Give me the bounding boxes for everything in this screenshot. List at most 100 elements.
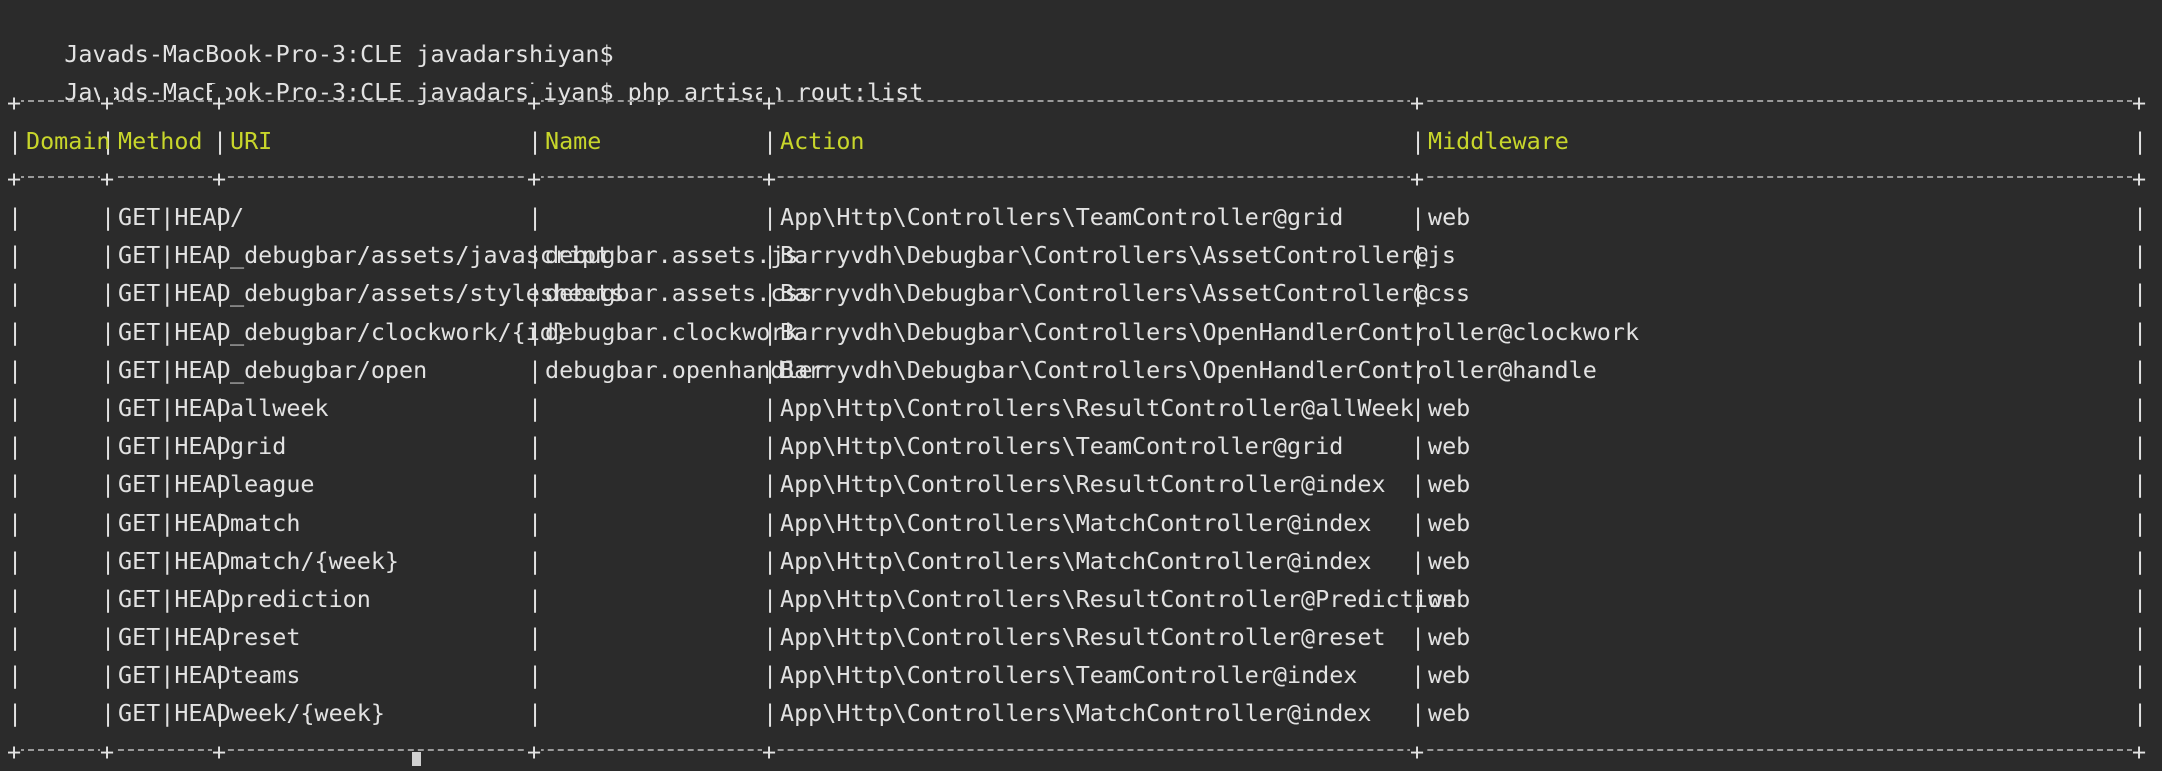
table-separator: | — [528, 546, 543, 575]
action-cell: App\Http\Controllers\TeamController@grid — [780, 432, 1344, 461]
uri-cell: _debugbar/clockwork/{id} — [230, 317, 568, 346]
header-name-col: Name — [545, 127, 602, 155]
table-separator: | — [8, 584, 23, 613]
table-separator: | — [213, 127, 228, 155]
table-separator: | — [8, 470, 23, 499]
table-separator: | — [2133, 699, 2148, 728]
prompt-line-1: Javads-MacBook-Pro-3:CLE javadarshiyan$ — [8, 0, 2162, 68]
table-row: | | | | | | | GET|HEAD match/{week} App\Http\Cont… — [8, 542, 2148, 580]
table-separator: | — [528, 203, 543, 231]
table-separator: | — [8, 355, 23, 384]
table-row: | | | | | | | GET|HEAD league App\Http\Controller… — [8, 465, 2148, 503]
method-cell: GET|HEAD — [118, 279, 231, 308]
action-cell: Barryvdh\Debugbar\Controllers\AssetContr… — [780, 279, 1471, 308]
table-separator: | — [1411, 432, 1426, 461]
table-separator: | — [528, 355, 543, 384]
table-separator: | — [763, 127, 778, 155]
table-separator: | — [8, 241, 23, 270]
table-row: | | | | | | | GET|HEAD / App\Http\Controllers\Tea… — [8, 198, 2148, 236]
table-separator: | — [8, 661, 23, 690]
name-cell: debugbar.assets.js — [545, 241, 799, 270]
text-cursor — [412, 752, 421, 766]
header-action-col: Action — [780, 127, 865, 155]
method-cell: GET|HEAD — [118, 432, 231, 461]
uri-cell: _debugbar/open — [230, 355, 428, 384]
method-cell: GET|HEAD — [118, 470, 231, 499]
table-corner: + — [1410, 84, 1425, 122]
table-separator: | — [8, 699, 23, 728]
action-cell: App\Http\Controllers\ResultController@Pr… — [780, 584, 1456, 613]
table-separator: | — [2133, 584, 2148, 613]
table-separator: | — [101, 546, 116, 575]
table-separator: | — [8, 546, 23, 575]
middleware-cell: web — [1428, 546, 1471, 575]
method-cell: GET|HEAD — [118, 661, 231, 690]
table-row: | | | | | | | GET|HEAD _debugbar/assets/javascri… — [8, 236, 2148, 274]
table-separator: | — [528, 699, 543, 728]
middleware-cell: web — [1428, 623, 1471, 652]
table-corner: + — [212, 160, 227, 198]
header-middleware-col: Middleware — [1428, 127, 1569, 155]
name-cell: debugbar.assets.css — [545, 279, 813, 308]
table-corner: + — [527, 732, 542, 771]
table-separator: | — [1411, 661, 1426, 690]
middleware-cell: web — [1428, 661, 1471, 690]
table-border-line — [8, 748, 2133, 751]
table-corner: + — [7, 732, 22, 771]
method-cell: GET|HEAD — [118, 584, 231, 613]
middleware-cell: web — [1428, 470, 1471, 499]
header-uri-col: URI — [230, 127, 273, 155]
table-corner: + — [1410, 732, 1425, 771]
middleware-cell: web — [1428, 508, 1471, 537]
table-separator: | — [2133, 623, 2148, 652]
table-row: | | | | | | | GET|HEAD match App\Http\Controllers… — [8, 504, 2148, 542]
table-separator: | — [2133, 279, 2148, 308]
action-cell: Barryvdh\Debugbar\Controllers\OpenHandle… — [780, 355, 1597, 384]
table-separator: | — [101, 393, 116, 422]
method-cell: GET|HEAD — [118, 546, 231, 575]
table-separator: | — [1411, 508, 1426, 537]
table-separator: | — [101, 317, 116, 346]
table-separator: | — [101, 661, 116, 690]
table-separator: | — [763, 699, 778, 728]
table-row: | | | | | | | GET|HEAD week/{week} App\Http\Contr… — [8, 694, 2148, 732]
table-separator: | — [1411, 623, 1426, 652]
table-separator: | — [8, 203, 23, 231]
table-separator: | — [763, 470, 778, 499]
action-cell: App\Http\Controllers\ResultController@al… — [780, 393, 1414, 422]
header-domain-col: Domain — [26, 127, 111, 155]
method-cell: GET|HEAD — [118, 393, 231, 422]
table-corner: + — [2132, 160, 2147, 198]
table-separator: | — [763, 432, 778, 461]
method-cell: GET|HEAD — [118, 623, 231, 652]
table-separator: | — [2133, 241, 2148, 270]
table-separator: | — [528, 470, 543, 499]
prompt-line-2: Javads-MacBook-Pro-3:CLE javadarshiyan$ … — [8, 35, 2162, 106]
table-row: | | | | | | | GET|HEAD reset App\Http\Controllers… — [8, 618, 2148, 656]
table-corner: + — [212, 732, 227, 771]
table-separator: | — [8, 393, 23, 422]
table-separator: | — [101, 508, 116, 537]
table-separator: | — [8, 508, 23, 537]
route-list-table: + + + + + + + | | | | | | | Domain Method URI Name Action M… — [7, 84, 2148, 771]
table-separator: | — [763, 508, 778, 537]
table-corner: + — [527, 84, 542, 122]
uri-cell: week/{week} — [230, 699, 385, 728]
table-separator: | — [2133, 203, 2148, 231]
middleware-cell: web — [1428, 393, 1471, 422]
action-cell: App\Http\Controllers\MatchController@ind… — [780, 546, 1372, 575]
table-separator: | — [101, 203, 116, 231]
action-cell: App\Http\Controllers\TeamController@inde… — [780, 661, 1358, 690]
table-separator: | — [763, 546, 778, 575]
header-method-col: Method — [118, 127, 203, 155]
table-separator: | — [101, 279, 116, 308]
middleware-cell: web — [1428, 584, 1471, 613]
name-cell: debugbar.clockwork — [545, 317, 799, 346]
table-separator: | — [8, 279, 23, 308]
table-corner: + — [100, 732, 115, 771]
table-separator: | — [1411, 203, 1426, 231]
table-separator: | — [763, 661, 778, 690]
action-cell: App\Http\Controllers\MatchController@ind… — [780, 699, 1372, 728]
table-corner: + — [7, 84, 22, 122]
table-header-row: | | | | | | | Domain Method URI Name Action Middlewa… — [8, 122, 2148, 160]
